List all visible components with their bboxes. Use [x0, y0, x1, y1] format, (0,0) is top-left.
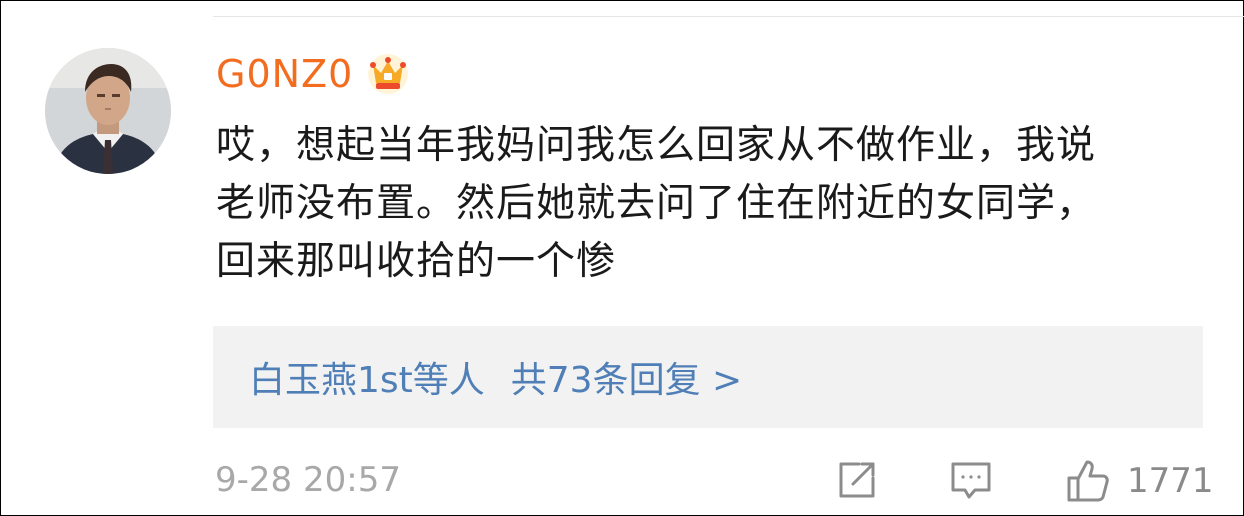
reply-count-label: 共73条回复 >: [510, 360, 743, 401]
thumbs-up-icon: [1067, 460, 1109, 502]
share-icon: [839, 462, 875, 498]
comment-footer: 9-28 20:57 1771: [213, 452, 1214, 508]
vip-crown-icon: [368, 54, 409, 94]
like-count: 1771: [1127, 461, 1214, 501]
timestamp: 9-28 20:57: [215, 460, 401, 500]
comment-line: 回来那叫收拾的一个惨: [216, 239, 617, 284]
comment-line: 哎，想起当年我妈问我怎么回家从不做作业，我说: [216, 123, 1097, 168]
divider: [213, 16, 1244, 17]
comment-header: G0NZ0: [216, 46, 409, 102]
avatar[interactable]: [45, 48, 171, 174]
share-button[interactable]: [835, 458, 879, 502]
comment-button[interactable]: [949, 458, 993, 502]
username[interactable]: G0NZ0: [216, 52, 353, 96]
like-button[interactable]: 1771: [1065, 458, 1214, 504]
comment-text: 哎，想起当年我妈问我怎么回家从不做作业，我说 老师没布置。然后她就去问了住在附近…: [216, 117, 1216, 291]
comment-icon: [951, 462, 991, 499]
replies-preview-link[interactable]: 白玉燕1st等人 共73条回复 >: [213, 326, 1203, 428]
comment-line: 老师没布置。然后她就去问了住在附近的女同学，: [216, 181, 1097, 226]
reply-users-label: 白玉燕1st等人: [249, 360, 485, 401]
